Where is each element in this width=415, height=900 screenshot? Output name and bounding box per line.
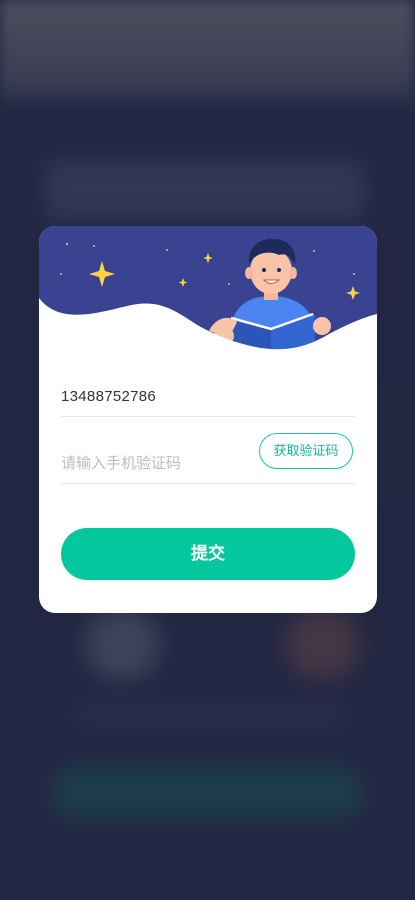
dialog-banner-illustration	[39, 226, 377, 366]
phone-field[interactable]: 13488752786	[61, 376, 355, 417]
phone-number-value: 13488752786	[61, 388, 157, 405]
verification-code-input[interactable]	[61, 451, 251, 475]
verification-dialog: 13488752786 获取验证码 提交	[39, 226, 377, 613]
submit-button[interactable]: 提交	[61, 528, 355, 580]
verification-code-field: 获取验证码	[61, 431, 355, 484]
get-code-button[interactable]: 获取验证码	[259, 433, 353, 469]
